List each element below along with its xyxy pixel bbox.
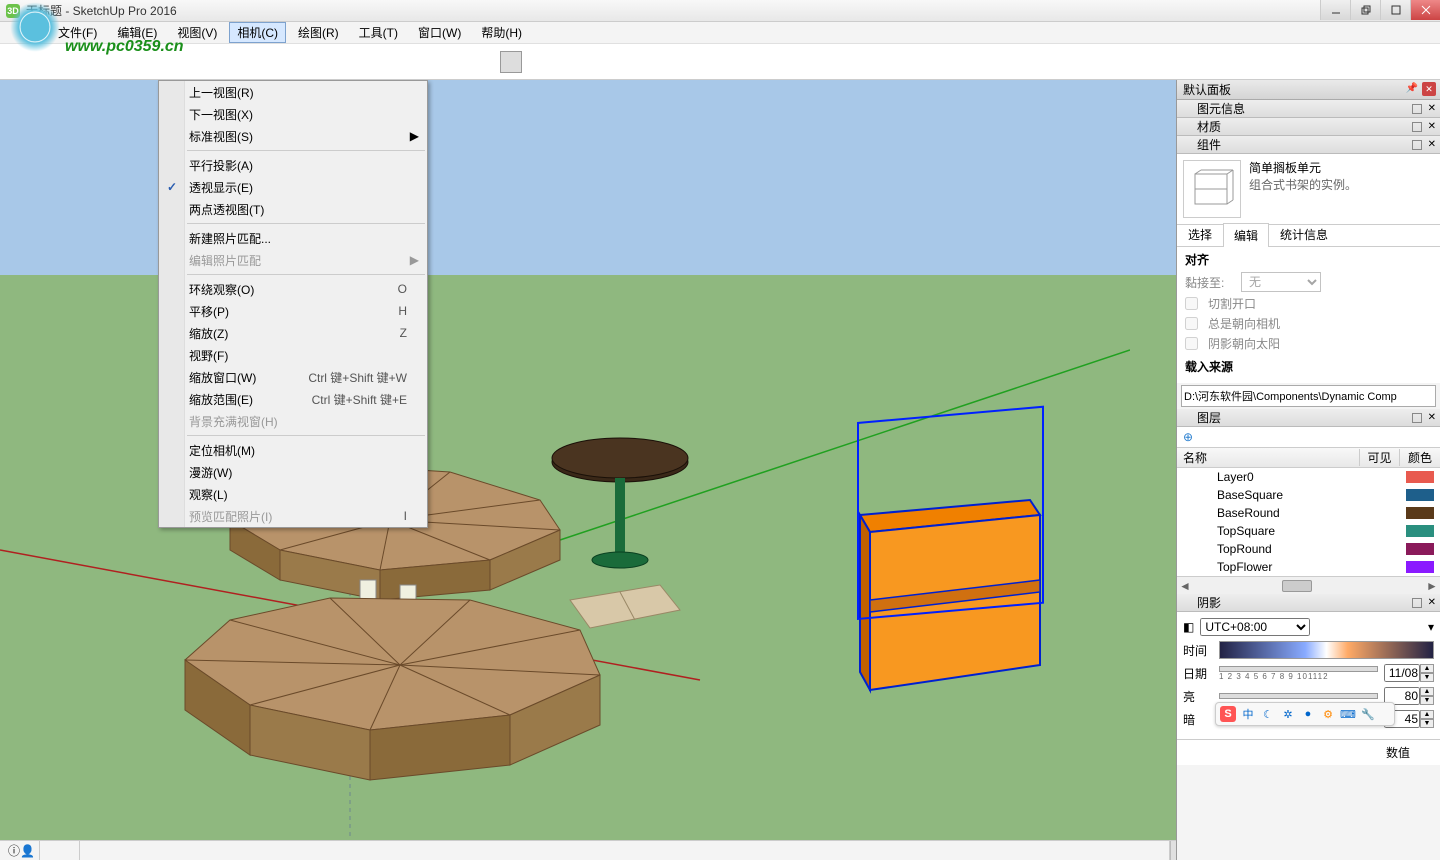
viewport-3d[interactable]: 上一视图(R)下一视图(X)标准视图(S)▶ 平行投影(A)✓透视显示(E)两点透…	[0, 80, 1176, 860]
panel-entity-info[interactable]: 图元信息✕	[1177, 100, 1440, 118]
menu-help[interactable]: 帮助(H)	[473, 22, 530, 43]
layer-row[interactable]: BaseRound	[1177, 504, 1440, 522]
menubar: 文件(F) 编辑(E) 视图(V) 相机(C) 绘图(R) 工具(T) 窗口(W…	[0, 22, 1440, 44]
pin-icon[interactable]: 📌	[1406, 83, 1418, 94]
layer-row[interactable]: BaseSquare	[1177, 486, 1440, 504]
menu-draw[interactable]: 绘图(R)	[290, 22, 347, 43]
layer-row[interactable]: Layer0	[1177, 468, 1440, 486]
shadow-settings-icon[interactable]: ▾	[1428, 620, 1434, 634]
app-icon: 3D	[6, 4, 20, 18]
ime-keyboard-icon[interactable]: ⌨	[1340, 706, 1356, 722]
component-preview: 简单搁板单元 组合式书架的实例。	[1177, 154, 1440, 225]
menu-item[interactable]: 下一视图(X)	[159, 103, 427, 125]
menu-window[interactable]: 窗口(W)	[410, 22, 469, 43]
menu-tools[interactable]: 工具(T)	[351, 22, 406, 43]
menu-item[interactable]: 环绕观察(O)O	[159, 278, 427, 300]
maximize-button[interactable]	[1380, 0, 1410, 20]
menu-item[interactable]: 缩放范围(E)Ctrl 键+Shift 键+E	[159, 388, 427, 410]
ime-punct-icon[interactable]: ✲	[1280, 706, 1296, 722]
menu-item[interactable]: 定位相机(M)	[159, 439, 427, 461]
menu-camera[interactable]: 相机(C)	[229, 22, 286, 43]
glue-select[interactable]: 无	[1241, 272, 1321, 292]
panel-shadows[interactable]: 阴影✕	[1177, 594, 1440, 612]
menu-item[interactable]: 平行投影(A)	[159, 154, 427, 176]
component-tabs: 选择 编辑 统计信息	[1177, 225, 1440, 247]
menu-item[interactable]: 缩放(Z)Z	[159, 322, 427, 344]
material-swatch[interactable]	[500, 51, 522, 73]
menu-item[interactable]: 缩放窗口(W)Ctrl 键+Shift 键+W	[159, 366, 427, 388]
cut-opening-checkbox[interactable]	[1185, 297, 1198, 310]
menu-item[interactable]: 两点透视图(T)	[159, 198, 427, 220]
align-heading: 对齐	[1185, 251, 1432, 268]
glue-label: 黏接至:	[1185, 274, 1235, 291]
tab-select[interactable]: 选择	[1177, 222, 1223, 246]
panel-materials[interactable]: 材质✕	[1177, 118, 1440, 136]
window-title: 无标题 - SketchUp Pro 2016	[26, 2, 177, 19]
menu-item: 背景充满视窗(H)	[159, 410, 427, 432]
panel-components[interactable]: 组件✕	[1177, 136, 1440, 154]
restore-button[interactable]	[1350, 0, 1380, 20]
date-input[interactable]	[1384, 664, 1420, 682]
menu-item[interactable]: 视野(F)	[159, 344, 427, 366]
add-layer-icon[interactable]: ⊕	[1183, 430, 1193, 444]
component-thumb	[1183, 160, 1241, 218]
component-name: 简单搁板单元	[1249, 160, 1434, 177]
statusbar: ⓘ 👤	[0, 840, 1176, 860]
toolbar	[0, 44, 1440, 80]
menu-item: 编辑照片匹配▶	[159, 249, 427, 271]
layer-row[interactable]: TopFlower	[1177, 558, 1440, 576]
viewport-vscroll[interactable]	[1170, 841, 1176, 860]
menu-view[interactable]: 视图(V)	[169, 22, 225, 43]
tab-stats[interactable]: 统计信息	[1269, 222, 1339, 246]
component-desc: 组合式书架的实例。	[1249, 177, 1434, 194]
info-icon[interactable]: ⓘ	[8, 842, 20, 859]
menu-edit[interactable]: 编辑(E)	[109, 22, 165, 43]
menu-item[interactable]: 上一视图(R)	[159, 81, 427, 103]
menu-file[interactable]: 文件(F)	[50, 22, 105, 43]
close-button[interactable]	[1410, 0, 1440, 20]
ime-moon-icon[interactable]: ☾	[1260, 706, 1276, 722]
shadow-toggle-icon[interactable]: ◧	[1183, 620, 1194, 634]
layer-row[interactable]: TopSquare	[1177, 522, 1440, 540]
load-path[interactable]: D:\河东软件园\Components\Dynamic Comp	[1181, 385, 1436, 407]
layers-hscroll[interactable]: ◄►	[1177, 576, 1440, 594]
menu-item[interactable]: 新建照片匹配...	[159, 227, 427, 249]
side-tray: 默认面板 📌 ✕ 图元信息✕ 材质✕ 组件✕ 简单搁板单元 组合式书架的实例。 …	[1176, 80, 1440, 860]
values-label: 数值	[1177, 739, 1440, 765]
menu-item[interactable]: 标准视图(S)▶	[159, 125, 427, 147]
titlebar: 3D 无标题 - SketchUp Pro 2016	[0, 0, 1440, 22]
menu-item[interactable]: 平移(P)H	[159, 300, 427, 322]
minimize-button[interactable]	[1320, 0, 1350, 20]
tray-header[interactable]: 默认面板 📌 ✕	[1177, 80, 1440, 100]
time-slider[interactable]	[1219, 641, 1434, 659]
ime-wrench-icon[interactable]: 🔧	[1360, 706, 1376, 722]
shadows-sun-checkbox[interactable]	[1185, 337, 1198, 350]
face-camera-checkbox[interactable]	[1185, 317, 1198, 330]
ime-logo-icon[interactable]: S	[1220, 706, 1236, 722]
layers-table: 名称 可见 颜色 Layer0BaseSquareBaseRoundTopSqu…	[1177, 447, 1440, 594]
ime-mic-icon[interactable]: ●	[1300, 706, 1316, 722]
ime-lang-icon[interactable]: 中	[1240, 706, 1256, 722]
menu-item: 预览匹配照片(I)I	[159, 505, 427, 527]
timezone-select[interactable]: UTC+08:00	[1200, 618, 1310, 636]
camera-menu-dropdown: 上一视图(R)下一视图(X)标准视图(S)▶ 平行投影(A)✓透视显示(E)两点透…	[158, 80, 428, 528]
layer-row[interactable]: TopRound	[1177, 540, 1440, 558]
menu-item[interactable]: 观察(L)	[159, 483, 427, 505]
date-slider[interactable]	[1219, 666, 1378, 672]
ime-gear-icon[interactable]: ⚙	[1320, 706, 1336, 722]
load-heading: 载入来源	[1185, 358, 1432, 375]
tray-close-icon[interactable]: ✕	[1422, 82, 1436, 96]
tab-edit[interactable]: 编辑	[1223, 223, 1269, 247]
panel-layers[interactable]: 图层✕	[1177, 409, 1440, 427]
ime-toolbar[interactable]: S 中 ☾ ✲ ● ⚙ ⌨ 🔧	[1215, 702, 1395, 726]
menu-item[interactable]: ✓透视显示(E)	[159, 176, 427, 198]
menu-item[interactable]: 漫游(W)	[159, 461, 427, 483]
bright-slider[interactable]	[1219, 693, 1378, 699]
user-icon[interactable]: 👤	[20, 844, 35, 858]
